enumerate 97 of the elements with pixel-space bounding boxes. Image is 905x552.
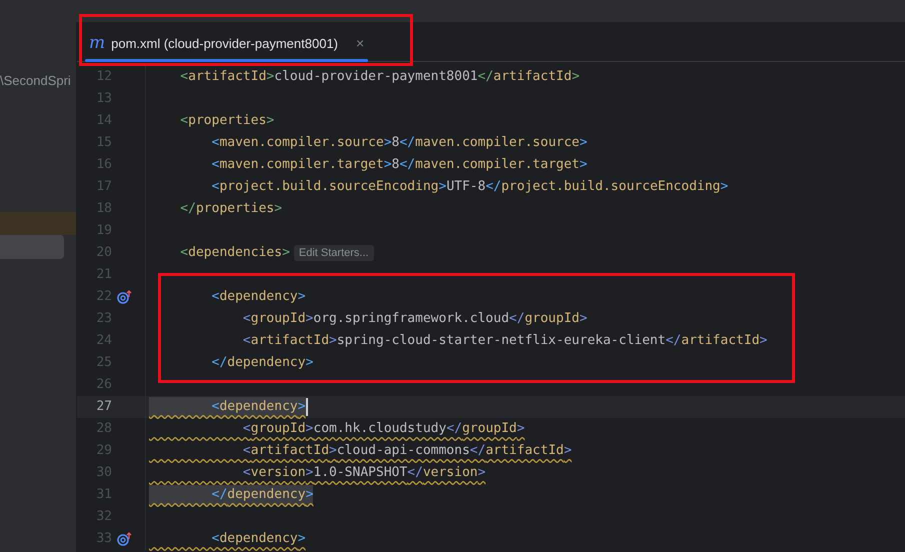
close-icon[interactable]: × — [356, 33, 364, 54]
tag-bracket: </ — [210, 355, 228, 370]
tag-bracket: </ — [486, 179, 502, 194]
tag-bracket: </ — [407, 465, 423, 480]
tag-name: dependencies — [188, 245, 282, 260]
tag-bracket: > — [266, 113, 274, 128]
tag-bracket: < — [210, 399, 220, 414]
tag-bracket: > — [282, 245, 290, 260]
editor-tab[interactable]: m pom.xml (cloud-provider-payment8001) × — [81, 26, 380, 61]
tag-name: artifactId — [188, 69, 266, 84]
tag-bracket: > — [306, 421, 314, 436]
tag-bracket: > — [580, 157, 588, 172]
tag-name: artifactId — [486, 443, 564, 458]
tag-bracket: </ — [446, 421, 462, 436]
text-caret — [306, 398, 308, 416]
tag-bracket: > — [298, 531, 306, 546]
tag-bracket: < — [179, 245, 188, 260]
tag-name: version — [250, 465, 306, 480]
tag-name: dependency — [227, 355, 306, 370]
tag-bracket: </ — [179, 201, 196, 216]
tag-bracket: </ — [210, 487, 228, 502]
tag-name: groupId — [250, 311, 306, 326]
tag-name: properties — [188, 113, 266, 128]
tag-name: artifactId — [250, 443, 330, 458]
tag-bracket: < — [242, 443, 251, 458]
tag-name: project.build.sourceEncoding — [501, 179, 720, 194]
tag-bracket: < — [210, 531, 220, 546]
tag-bracket: </ — [666, 333, 682, 348]
tag-name: groupId — [524, 311, 580, 326]
tag-name: version — [422, 465, 478, 480]
implementation-marker-icon[interactable] — [117, 532, 133, 546]
tag-bracket: < — [210, 135, 220, 150]
tag-bracket: </ — [478, 69, 494, 84]
tag-bracket: > — [580, 311, 588, 326]
tag-name: artifactId — [681, 333, 760, 348]
tag-bracket: < — [210, 179, 220, 194]
edit-starters-hint[interactable]: Edit Starters... — [294, 245, 374, 261]
tag-bracket: </ — [399, 157, 416, 172]
tag-bracket: > — [266, 69, 274, 84]
tag-bracket: > — [384, 157, 392, 172]
implementation-marker-icon[interactable] — [117, 290, 133, 304]
tag-name: dependency — [219, 531, 298, 546]
tag-value: cloud-provider-payment8001 — [274, 69, 478, 84]
tag-bracket: < — [210, 289, 220, 304]
tag-name: dependency — [219, 399, 298, 414]
tag-bracket: > — [384, 135, 392, 150]
tag-value: 8 — [392, 135, 400, 150]
tag-bracket: > — [329, 333, 337, 348]
line-number: 27 — [96, 399, 112, 414]
tag-bracket: > — [306, 355, 314, 370]
tag-bracket: > — [760, 333, 768, 348]
tag-bracket: > — [274, 201, 282, 216]
tag-bracket: > — [298, 289, 306, 304]
tag-bracket: </ — [509, 311, 525, 326]
tag-bracket: > — [298, 399, 306, 414]
tag-bracket: < — [210, 157, 220, 172]
tag-name: dependency — [219, 289, 298, 304]
tag-name: maven.compiler.source — [219, 135, 384, 150]
tag-bracket: < — [179, 113, 188, 128]
tag-bracket: > — [516, 421, 525, 436]
tag-bracket: > — [720, 179, 728, 194]
tag-bracket: < — [242, 465, 251, 480]
tag-bracket: > — [438, 179, 446, 194]
tag-bracket: > — [306, 487, 314, 502]
tag-value: cloud-api-commons — [336, 443, 470, 458]
project-path-text: \SecondSpri — [0, 72, 71, 90]
tab-title: pom.xml (cloud-provider-payment8001) — [111, 34, 338, 53]
tag-bracket: </ — [399, 135, 416, 150]
tag-value: spring-cloud-starter-netflix-eureka-client — [336, 333, 666, 348]
tag-bracket: > — [306, 465, 314, 480]
tag-bracket: </ — [470, 443, 486, 458]
tag-value: 1.0-SNAPSHOT — [313, 465, 408, 480]
tag-bracket: < — [242, 311, 251, 326]
tag-value: 8 — [392, 157, 400, 172]
tag-name: project.build.sourceEncoding — [219, 179, 439, 194]
tag-name: properties — [196, 201, 274, 216]
tag-value: UTF-8 — [446, 179, 486, 194]
tag-bracket: > — [478, 465, 486, 480]
tag-name: artifactId — [493, 69, 572, 84]
tag-name: maven.compiler.source — [415, 135, 580, 150]
tag-name: groupId — [462, 421, 517, 436]
tag-bracket: < — [242, 333, 251, 348]
tag-bracket: > — [580, 135, 588, 150]
tag-bracket: > — [564, 443, 572, 458]
tag-name: maven.compiler.target — [219, 157, 384, 172]
maven-file-icon: m — [89, 30, 106, 56]
tag-name: maven.compiler.target — [415, 157, 580, 172]
tag-name: artifactId — [250, 333, 330, 348]
tag-name: dependency — [227, 487, 306, 502]
tag-bracket: > — [306, 311, 314, 326]
tag-bracket: < — [242, 421, 251, 436]
tag-value: com.hk.cloudstudy — [313, 421, 446, 436]
tag-bracket: > — [572, 69, 580, 84]
tag-bracket: < — [179, 69, 188, 84]
tag-name: groupId — [250, 421, 306, 436]
tag-value: org.springframework.cloud — [313, 311, 510, 326]
tag-bracket: > — [329, 443, 337, 458]
